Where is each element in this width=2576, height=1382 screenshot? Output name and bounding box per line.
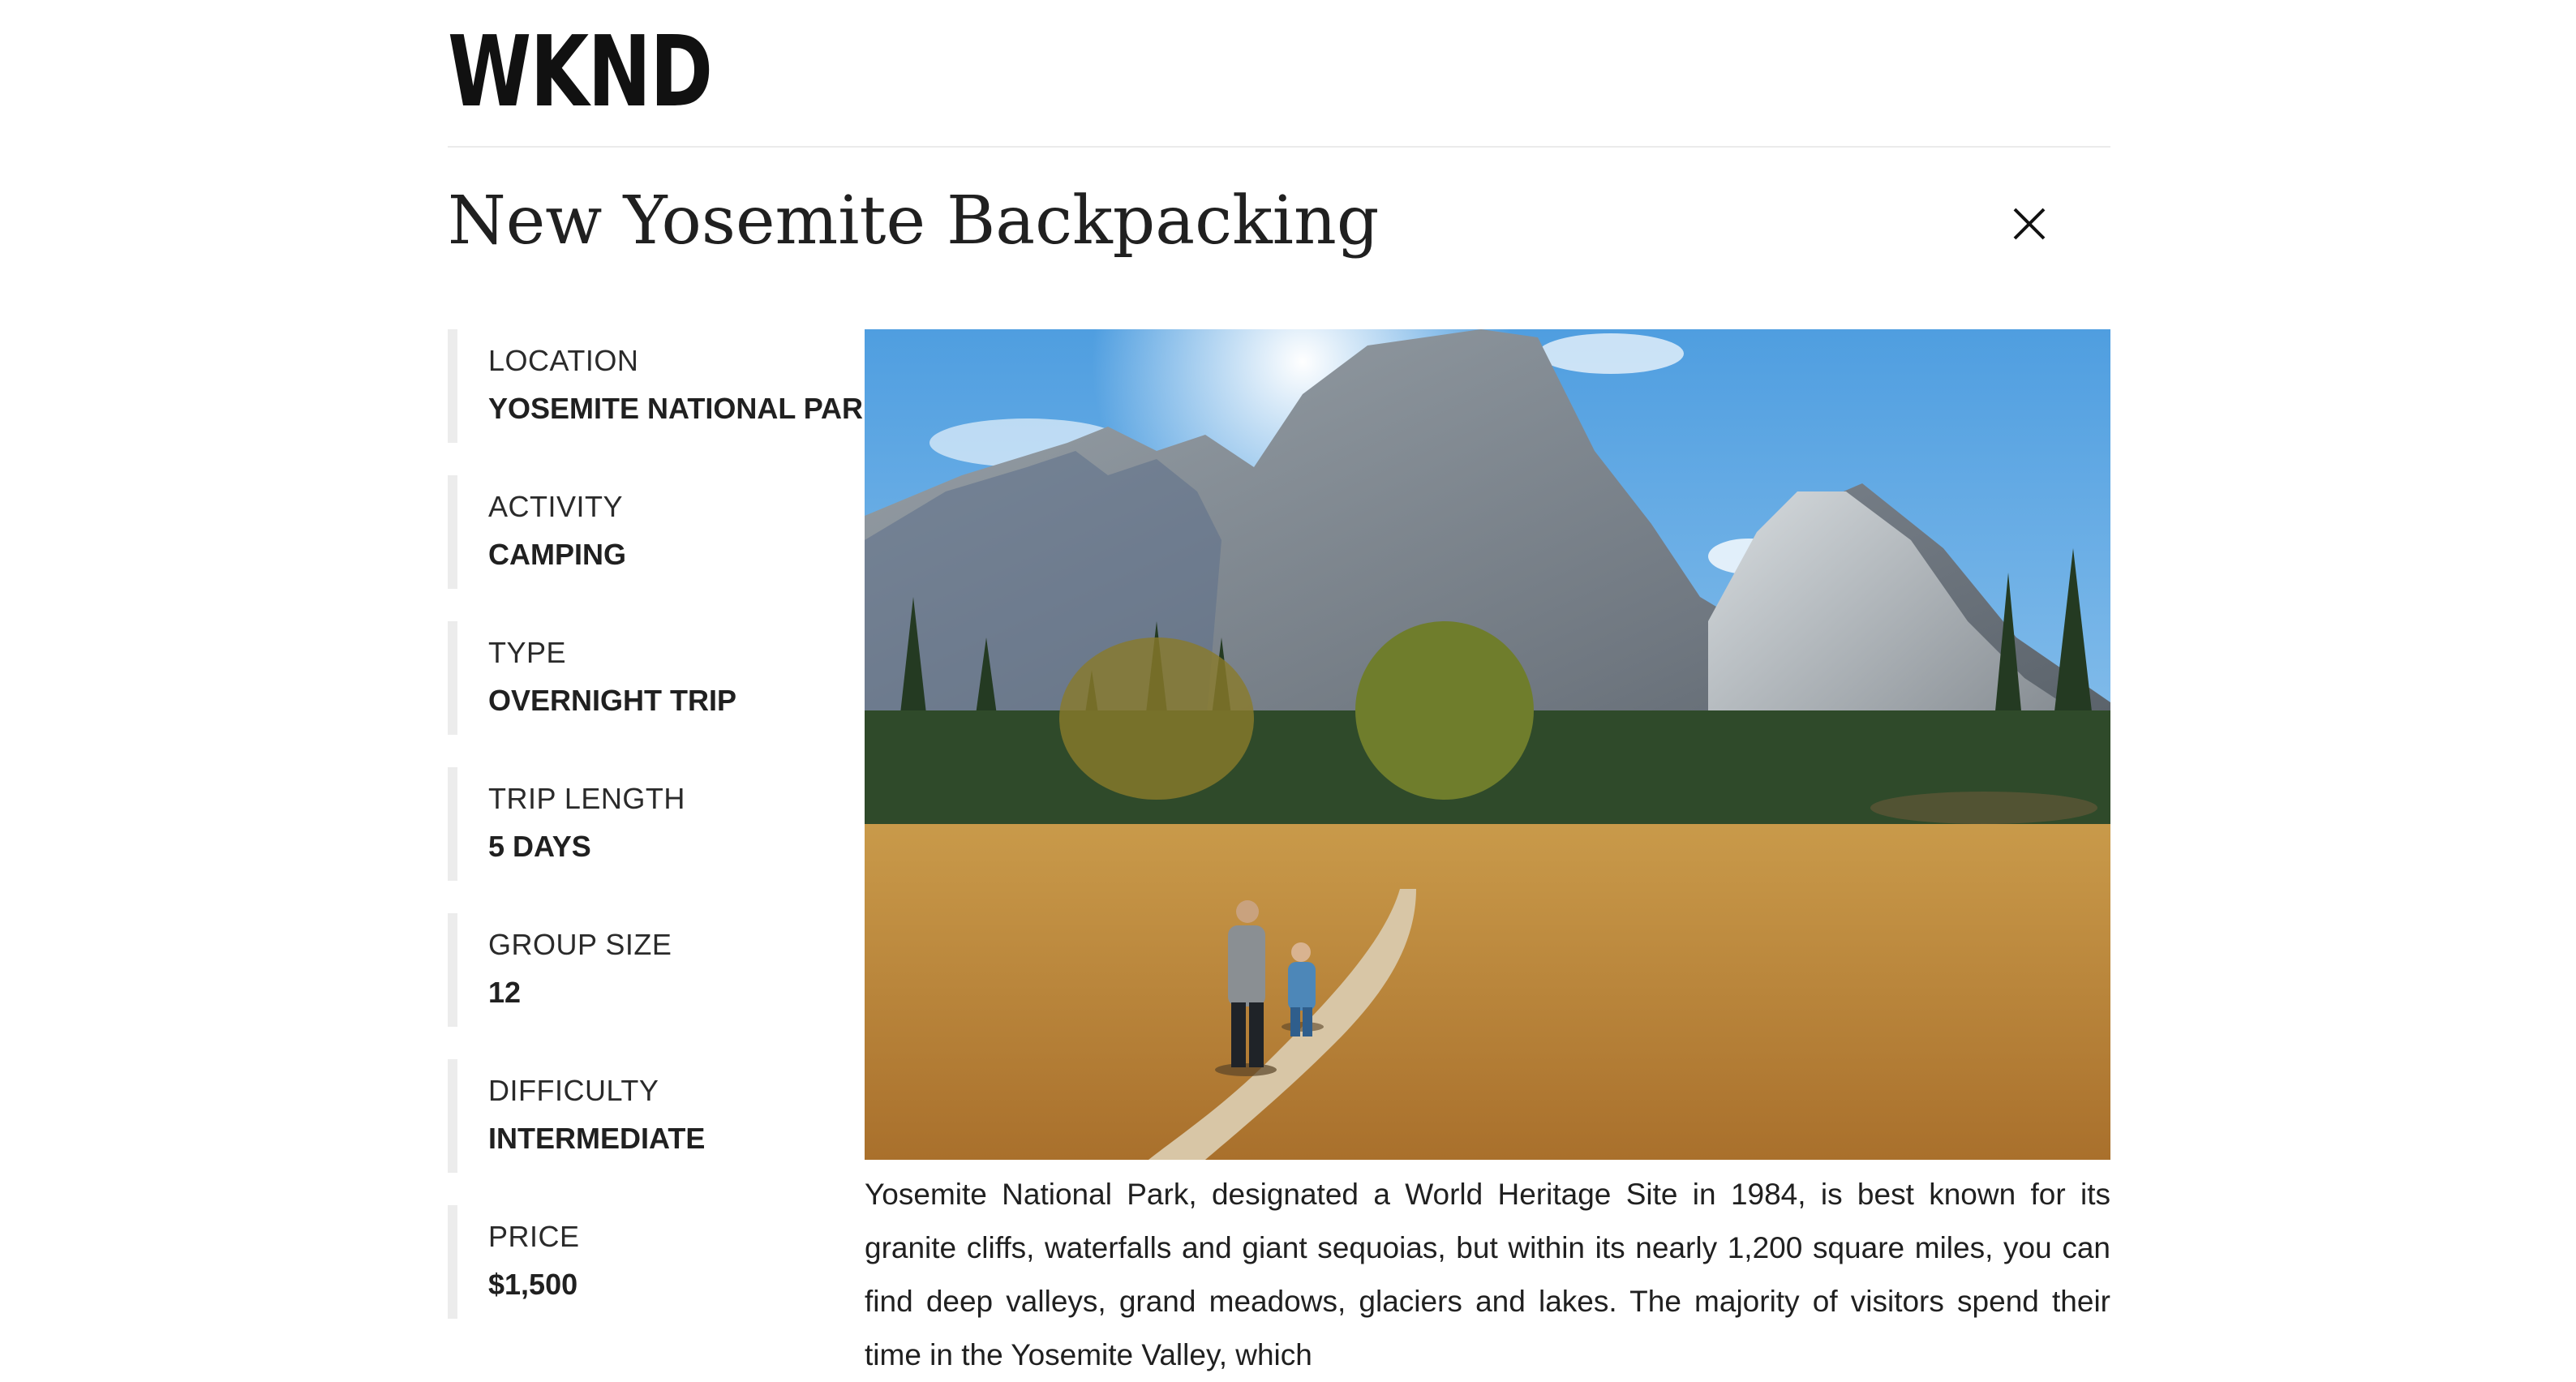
detail-value: YOSEMITE NATIONAL PARK	[488, 392, 885, 425]
detail-value: $1,500	[488, 1268, 578, 1301]
detail-value: CAMPING	[488, 538, 626, 571]
detail-label: GROUP SIZE	[488, 928, 672, 961]
wknd-logo[interactable]: WKND	[448, 24, 713, 122]
detail-label: PRICE	[488, 1220, 580, 1253]
page-title: New Yosemite Backpacking	[448, 182, 1380, 260]
detail-label: TYPE	[488, 636, 567, 669]
detail-location: LOCATION YOSEMITE NATIONAL PARK	[448, 329, 884, 443]
trip-description: Yosemite National Park, designated a Wor…	[865, 1178, 2110, 1371]
detail-label: LOCATION	[488, 344, 639, 377]
detail-label: TRIP LENGTH	[488, 782, 685, 815]
detail-value: INTERMEDIATE	[488, 1122, 706, 1155]
close-icon[interactable]	[2010, 201, 2049, 247]
detail-value: 12	[488, 976, 522, 1009]
detail-trip-length: TRIP LENGTH 5 DAYS	[448, 767, 847, 881]
detail-price: PRICE $1,500	[448, 1205, 847, 1319]
header-divider	[448, 146, 2110, 148]
detail-value: OVERNIGHT TRIP	[488, 684, 737, 717]
detail-difficulty: DIFFICULTY INTERMEDIATE	[448, 1059, 847, 1173]
detail-group-size: GROUP SIZE 12	[448, 913, 847, 1027]
detail-label: ACTIVITY	[488, 490, 624, 523]
detail-value: 5 DAYS	[488, 830, 591, 863]
detail-activity: ACTIVITY CAMPING	[448, 475, 847, 589]
hero-image	[865, 329, 2110, 1160]
detail-type: TYPE OVERNIGHT TRIP	[448, 621, 847, 735]
detail-label: DIFFICULTY	[488, 1074, 659, 1107]
